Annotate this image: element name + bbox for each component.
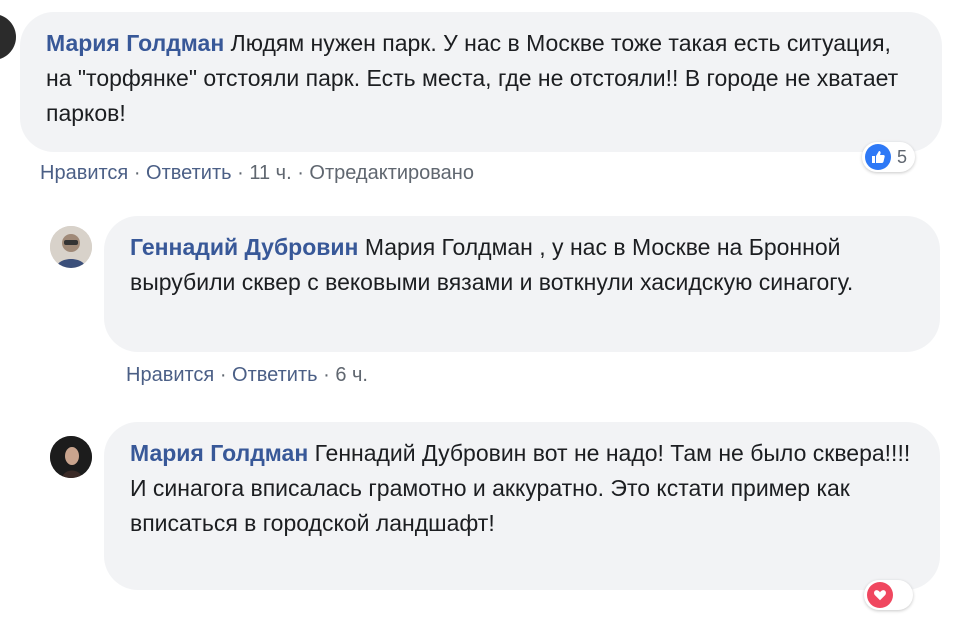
- separator: ·: [133, 162, 147, 184]
- comment-time[interactable]: 6 ч.: [335, 364, 368, 386]
- comment-bubble: Геннадий Дубровин Мария Голдман , у нас …: [104, 216, 940, 352]
- comment-author[interactable]: Геннадий Дубровин: [130, 234, 358, 260]
- reaction-summary[interactable]: [864, 580, 913, 610]
- comment-time[interactable]: 11 ч.: [249, 162, 291, 184]
- separator: ·: [323, 364, 336, 386]
- reply-link[interactable]: Ответить: [232, 364, 318, 386]
- comment-author[interactable]: Мария Голдман: [46, 30, 224, 56]
- comment-bubble: Мария Голдман Геннадий Дубровин вот не н…: [104, 422, 940, 590]
- avatar[interactable]: [50, 436, 92, 478]
- separator: ·: [219, 364, 233, 386]
- like-link[interactable]: Нравится: [40, 162, 128, 184]
- avatar[interactable]: [0, 14, 16, 60]
- like-link[interactable]: Нравится: [126, 364, 214, 386]
- reaction-count: 5: [897, 146, 908, 167]
- comment-actions: Нравится · Ответить · 6 ч.: [126, 364, 368, 387]
- reaction-summary[interactable]: 5: [862, 142, 916, 172]
- separator: ·: [237, 162, 250, 184]
- reply-link[interactable]: Ответить: [146, 162, 232, 184]
- separator: ·: [297, 162, 310, 184]
- heart-icon: [867, 582, 893, 608]
- avatar[interactable]: [50, 226, 92, 268]
- comment-author[interactable]: Мария Голдман: [130, 440, 308, 466]
- comment-actions: Нравится · Ответить · 11 ч. · Отредактир…: [40, 162, 474, 185]
- edited-label[interactable]: Отредактировано: [309, 162, 474, 184]
- like-icon: [865, 144, 891, 170]
- comment-bubble: Мария Голдман Людям нужен парк. У нас в …: [20, 12, 942, 152]
